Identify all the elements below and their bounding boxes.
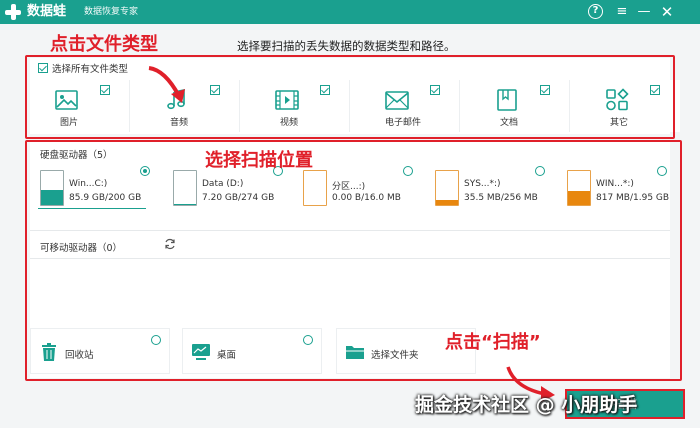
annotation-select-location: 选择扫描位置 xyxy=(205,150,313,171)
title-bar: 数据蛙 数据恢复专家 ? ≡ — ✕ xyxy=(0,0,700,24)
app-name: 数据蛙 xyxy=(27,4,67,19)
close-icon[interactable]: ✕ xyxy=(657,2,677,22)
hamburger-menu-icon[interactable]: ≡ xyxy=(612,2,632,22)
app-subtitle: 数据恢复专家 xyxy=(84,7,139,17)
help-icon[interactable]: ? xyxy=(588,4,603,19)
annotation-box-file-types xyxy=(25,55,675,139)
annotation-click-scan: 点击“扫描” xyxy=(445,332,541,353)
annotation-box-scan-location xyxy=(25,140,682,381)
minimize-icon[interactable]: — xyxy=(634,2,654,22)
annotation-arrow-icon xyxy=(148,66,185,103)
instruction-text: 选择要扫描的丢失数据的数据类型和路径。 xyxy=(237,39,456,53)
app-logo-icon xyxy=(4,3,22,21)
watermark-text: 掘金技术社区 @ 小朋助手 xyxy=(415,394,638,416)
annotation-click-file-type: 点击文件类型 xyxy=(50,34,158,55)
